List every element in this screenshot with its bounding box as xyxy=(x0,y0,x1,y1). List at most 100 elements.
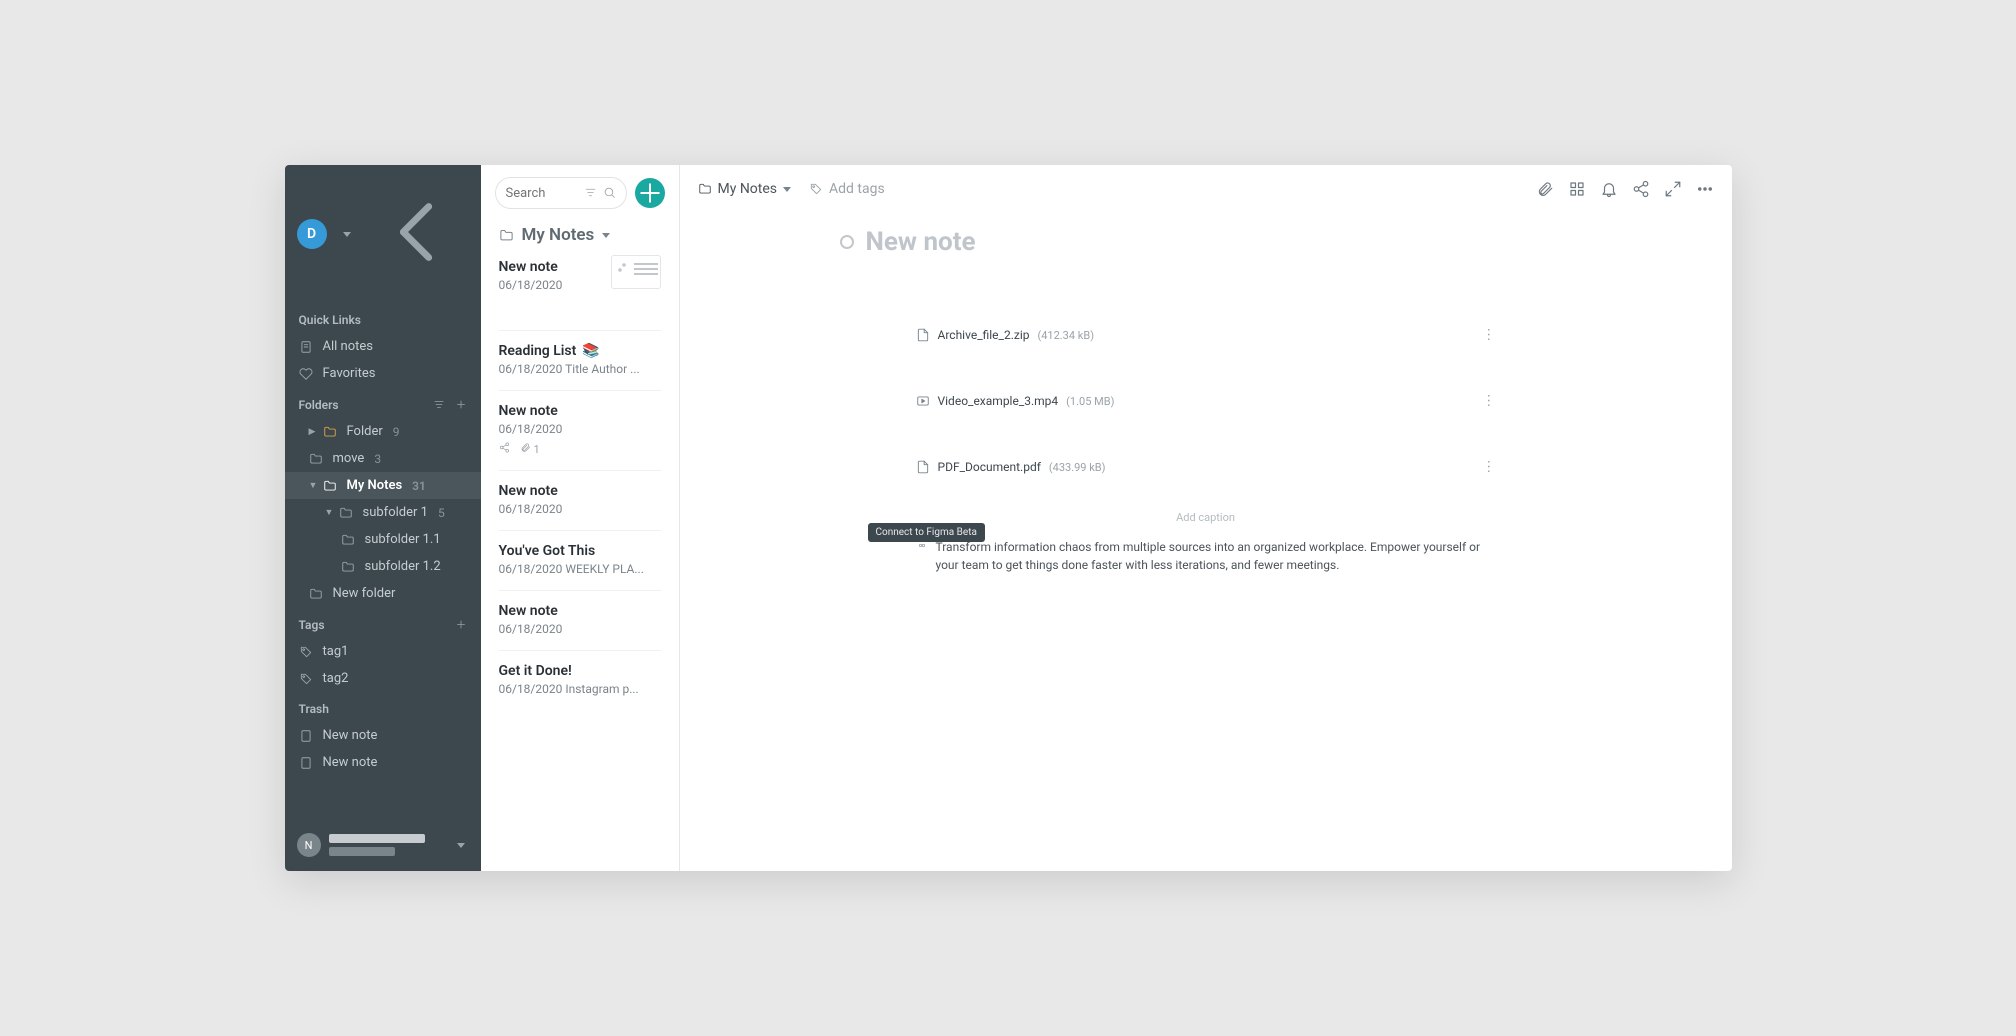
folder-item[interactable]: ▶ Folder 9 xyxy=(285,418,481,445)
editor-body[interactable]: New note Archive_file_2.zip (412.34 kB) … xyxy=(680,213,1732,871)
folder-count: 5 xyxy=(438,506,445,520)
list-item[interactable]: New note 06/18/2020 xyxy=(499,471,661,531)
breadcrumb[interactable]: My Notes xyxy=(698,181,796,197)
list-item[interactable]: New note 06/18/2020 xyxy=(499,591,661,651)
collapse-icon[interactable]: ▼ xyxy=(325,507,333,518)
folder-icon xyxy=(341,533,355,547)
folder-label: subfolder 1.2 xyxy=(365,559,441,574)
caption-placeholder[interactable]: Add caption xyxy=(916,511,1496,524)
tag-icon xyxy=(299,672,313,686)
attachment-icon xyxy=(520,442,531,456)
tag-icon xyxy=(299,645,313,659)
file-menu-button[interactable]: ⋯ xyxy=(1480,460,1496,475)
chevron-down-icon xyxy=(783,187,791,192)
workspace-switcher[interactable]: D Default wor... xyxy=(285,165,481,303)
folder-icon xyxy=(323,479,337,493)
trash-item[interactable]: New note xyxy=(285,722,481,749)
list-item[interactable]: New note 06/18/2020 1 xyxy=(499,391,661,471)
user-footer[interactable]: N xyxy=(285,823,481,871)
tag-label: tag2 xyxy=(323,671,349,686)
tag-item[interactable]: tag1 xyxy=(285,638,481,665)
workspace-avatar: D xyxy=(297,219,327,249)
collapse-icon[interactable]: ▼ xyxy=(309,480,317,491)
notelist-title[interactable]: My Notes xyxy=(481,209,679,255)
file-attachment[interactable]: Archive_file_2.zip (412.34 kB) ⋯ xyxy=(916,317,1496,353)
list-item[interactable]: Get it Done! 06/18/2020 Instagram p... xyxy=(499,651,661,710)
grid-button[interactable] xyxy=(1568,180,1586,198)
note-list-panel: My Notes New note 06/18/2020 Reading Lis… xyxy=(481,165,680,871)
folder-icon xyxy=(698,182,712,196)
nav-all-notes[interactable]: All notes xyxy=(285,333,481,360)
bell-button[interactable] xyxy=(1600,180,1618,198)
nav-label: Favorites xyxy=(323,366,376,381)
note-content: Archive_file_2.zip (412.34 kB) ⋯ Video_e… xyxy=(916,317,1496,574)
sort-icon[interactable] xyxy=(433,397,445,412)
folders-header: Folders xyxy=(285,387,481,418)
collapse-sidebar-button[interactable] xyxy=(363,179,469,289)
folder-item[interactable]: New folder xyxy=(285,580,481,607)
folder-item[interactable]: ▼ subfolder 1 5 xyxy=(285,499,481,526)
chevron-down-icon xyxy=(457,843,465,848)
notelist-title-text: My Notes xyxy=(522,225,595,245)
share-button[interactable] xyxy=(1632,180,1650,198)
file-attachment[interactable]: PDF_Document.pdf (433.99 kB) ⋯ xyxy=(916,449,1496,485)
folder-count: 9 xyxy=(393,425,400,439)
user-info xyxy=(329,834,449,856)
search-input-wrap[interactable] xyxy=(495,177,627,209)
folder-item[interactable]: subfolder 1.1 xyxy=(285,526,481,553)
filter-icon[interactable] xyxy=(584,184,597,203)
folder-item-mynotes[interactable]: ▼ My Notes 31 xyxy=(285,472,481,499)
add-tags-button[interactable]: Add tags xyxy=(809,181,885,197)
folder-icon xyxy=(499,228,514,243)
file-menu-button[interactable]: ⋯ xyxy=(1480,328,1496,343)
chevron-down-icon xyxy=(602,233,610,238)
trash-label: New note xyxy=(323,728,378,743)
folder-label: move xyxy=(333,451,365,466)
file-name: Video_example_3.mp4 xyxy=(938,394,1059,408)
attachment-button[interactable] xyxy=(1536,180,1554,198)
note-title-row[interactable]: New note xyxy=(680,227,1732,257)
user-avatar: N xyxy=(297,833,321,857)
list-item[interactable]: New note 06/18/2020 xyxy=(499,255,661,331)
nav-favorites[interactable]: Favorites xyxy=(285,360,481,387)
tag-item[interactable]: tag2 xyxy=(285,665,481,692)
trash-label: New note xyxy=(323,755,378,770)
folder-item[interactable]: subfolder 1.2 xyxy=(285,553,481,580)
folder-label: My Notes xyxy=(347,478,403,493)
more-button[interactable] xyxy=(1696,180,1714,198)
add-tags-label: Add tags xyxy=(829,181,885,197)
add-tag-button[interactable] xyxy=(455,617,467,632)
video-icon xyxy=(916,394,930,408)
tag-icon xyxy=(809,182,823,196)
new-note-button[interactable] xyxy=(635,178,665,208)
folder-icon xyxy=(323,425,337,439)
file-name: Archive_file_2.zip xyxy=(938,328,1030,342)
note-icon xyxy=(299,340,313,354)
quote-block[interactable]: Transform information chaos from multipl… xyxy=(916,538,1496,574)
expand-button[interactable] xyxy=(1664,180,1682,198)
trash-item[interactable]: New note xyxy=(285,749,481,776)
share-icon xyxy=(499,442,510,456)
file-attachment[interactable]: Video_example_3.mp4 (1.05 MB) ⋯ xyxy=(916,383,1496,419)
file-icon xyxy=(916,328,930,342)
folder-icon xyxy=(309,452,323,466)
file-menu-button[interactable]: ⋯ xyxy=(1480,394,1496,409)
folder-item[interactable]: move 3 xyxy=(285,445,481,472)
trash-header: Trash xyxy=(285,692,481,722)
add-folder-button[interactable] xyxy=(455,397,467,412)
note-title[interactable]: New note xyxy=(866,227,976,257)
file-size: (433.99 kB) xyxy=(1049,461,1106,474)
file-size: (1.05 MB) xyxy=(1066,395,1114,408)
quick-links-header: Quick Links xyxy=(285,303,481,333)
expand-icon[interactable]: ▶ xyxy=(309,427,317,437)
tag-label: tag1 xyxy=(323,644,349,659)
list-item[interactable]: You've Got This 06/18/2020 WEEKLY PLA... xyxy=(499,531,661,591)
search-input[interactable] xyxy=(506,186,578,201)
folder-icon xyxy=(341,560,355,574)
notelist-scroll[interactable]: New note 06/18/2020 Reading List 📚 06/18… xyxy=(481,255,679,851)
search-icon[interactable] xyxy=(603,184,616,203)
list-item[interactable]: Reading List 📚 06/18/2020 Title Author .… xyxy=(499,331,661,391)
heart-icon xyxy=(299,367,313,381)
nav-label: All notes xyxy=(323,339,373,354)
folder-count: 3 xyxy=(374,452,381,466)
